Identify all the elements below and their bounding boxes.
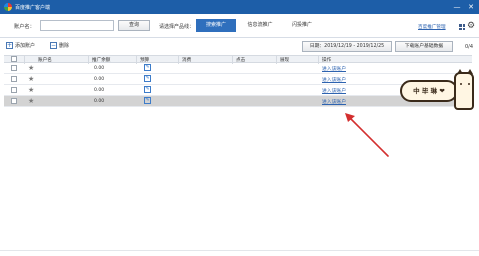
action-bar: + 添加账户 − 删除 日期：2019/12/19 - 2019/12/25 下载账… bbox=[0, 38, 479, 54]
app-logo-icon bbox=[4, 3, 12, 11]
balance-value: 0.00 bbox=[94, 99, 105, 104]
cat-icon bbox=[454, 69, 474, 110]
table-header: 账户名 推广余额 预算 消费 点击 展现 操作 bbox=[4, 55, 472, 64]
minimize-icon[interactable]: — bbox=[451, 1, 463, 13]
close-icon[interactable]: ✕ bbox=[465, 1, 477, 13]
select-all-checkbox[interactable] bbox=[11, 56, 17, 62]
balance-value: 0.00 bbox=[94, 88, 105, 93]
account-label: 账户名： bbox=[14, 24, 35, 30]
star-icon[interactable]: ★ bbox=[28, 75, 34, 83]
edit-icon[interactable]: ✎ bbox=[144, 86, 151, 93]
grid-icon[interactable] bbox=[459, 24, 465, 30]
download-data-button[interactable]: 下载账户基础数据 bbox=[395, 41, 453, 52]
add-account-label: 添加账户 bbox=[15, 43, 36, 49]
enter-account-link[interactable]: 进入该账户 bbox=[322, 87, 346, 94]
tab-search-promotion[interactable]: 搜索推广 bbox=[196, 19, 236, 32]
add-icon: + bbox=[6, 42, 13, 49]
account-search-input[interactable] bbox=[40, 20, 114, 31]
window-title: 百度推广客户端 bbox=[15, 5, 51, 11]
row-checkbox[interactable] bbox=[11, 76, 17, 82]
product-line-label: 请选择产品线： bbox=[159, 24, 195, 30]
row-checkbox[interactable] bbox=[11, 65, 17, 71]
title-bar: 百度推广客户端 — ✕ bbox=[0, 0, 479, 14]
toolbar: 账户名： 查询 请选择产品线： 搜索推广 信息流推广 闪投推广 百度推广管理 ⚙ bbox=[0, 14, 479, 38]
cat-sticker: 中 毕 琳 ❤ bbox=[398, 69, 476, 114]
edit-icon[interactable]: ✎ bbox=[144, 97, 151, 104]
delete-icon: − bbox=[50, 42, 57, 49]
promotion-manager-link[interactable]: 百度推广管理 bbox=[418, 24, 446, 30]
balance-value: 0.00 bbox=[94, 77, 105, 82]
query-button[interactable]: 查询 bbox=[118, 20, 150, 31]
gear-icon[interactable]: ⚙ bbox=[467, 21, 475, 31]
status-bar bbox=[0, 250, 479, 256]
enter-account-link[interactable]: 进入该账户 bbox=[322, 98, 346, 105]
add-account-button[interactable]: + 添加账户 bbox=[6, 41, 35, 51]
balance-value: 0.00 bbox=[94, 66, 105, 71]
star-icon[interactable]: ★ bbox=[28, 64, 34, 72]
enter-account-link[interactable]: 进入该账户 bbox=[322, 76, 346, 83]
date-range-button[interactable]: 日期：2019/12/19 - 2019/12/25 bbox=[302, 41, 392, 52]
tab-flash-promotion[interactable]: 闪投推广 bbox=[284, 19, 320, 32]
star-icon[interactable]: ★ bbox=[28, 86, 34, 94]
delete-label: 删除 bbox=[59, 43, 70, 49]
edit-icon[interactable]: ✎ bbox=[144, 75, 151, 82]
row-checkbox[interactable] bbox=[11, 87, 17, 93]
delete-button[interactable]: − 删除 bbox=[50, 41, 69, 51]
tab-feed-promotion[interactable]: 信息流推广 bbox=[238, 19, 282, 32]
sticker-text: 中 毕 琳 ❤ bbox=[400, 80, 458, 102]
edit-icon[interactable]: ✎ bbox=[144, 64, 151, 71]
row-checkbox[interactable] bbox=[11, 98, 17, 104]
enter-account-link[interactable]: 进入该账户 bbox=[322, 65, 346, 72]
star-icon[interactable]: ★ bbox=[28, 97, 34, 105]
page-count: 0/4 bbox=[465, 44, 474, 50]
